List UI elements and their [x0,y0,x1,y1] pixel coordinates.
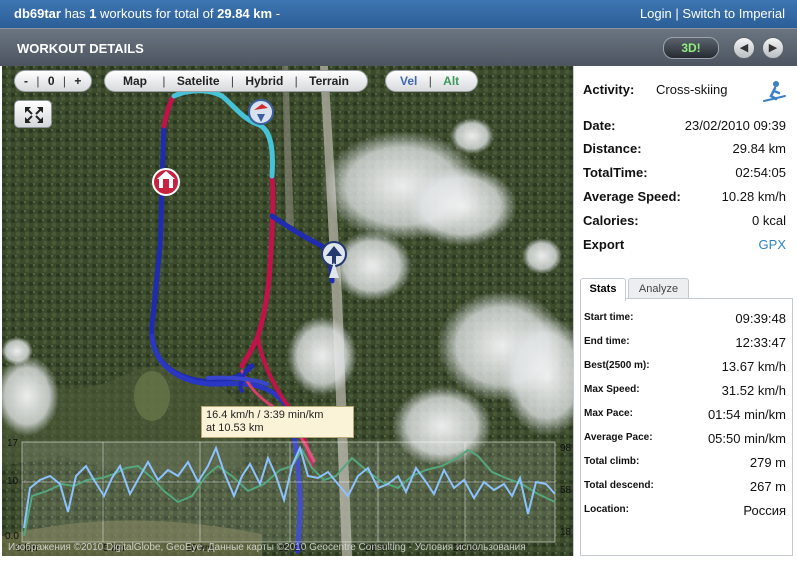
zoom-level: 0 [47,74,55,88]
zoom-out-button[interactable]: - [24,71,28,91]
distance-value: 29.84 km [732,141,786,156]
calories-value: 0 kcal [752,213,786,228]
tooltip-speed-pace: 16.4 km/h / 3:39 min/km [206,409,324,421]
best-value: 13.67 km/h [721,359,786,374]
map-attribution: Изображения ©2010 DigitalGlobe, GeoEye, … [8,542,526,553]
y-right-tick: 98 [560,443,572,454]
altitude-toggle[interactable]: Alt [443,71,459,91]
map-type-satelite[interactable]: Satelite [177,71,220,91]
average-pace-value: 05:50 min/km [707,431,786,446]
y-right-tick: 18 [560,527,572,538]
switch-imperial-link[interactable]: Switch to Imperial [682,6,785,21]
map-type-map[interactable]: Map [123,71,147,91]
summary-text-has: has [64,6,86,21]
y-left-tick: 0.0 [5,531,19,542]
toggle-separator: | [428,74,432,88]
summary-dash: - [275,6,281,21]
zoom-separator: | [62,74,66,88]
location-value: Россия [743,503,786,518]
y-left-tick: 10 [7,476,19,487]
login-link[interactable]: Login [640,6,672,21]
map-type-hybrid[interactable]: Hybrid [245,71,283,91]
zoom-in-button[interactable]: + [74,71,81,91]
best-label: Best(2500 m): [584,360,650,371]
graph-toggle-control: Vel | Alt [385,70,478,92]
velocity-toggle[interactable]: Vel [400,71,417,91]
average-speed-label: Average Speed: [583,189,681,204]
next-button[interactable]: ▶ [762,37,784,59]
graph-canvas [21,441,556,543]
arrow-left-icon: ◀ [739,42,749,54]
activity-label: Activity: [583,82,635,97]
link-separator: | [675,6,679,21]
start-marker-icon[interactable] [152,168,180,196]
summary-text-workouts: workouts for total of [100,6,214,21]
start-time-value: 09:39:48 [735,311,786,326]
activity-value: Cross-skiing [656,82,728,97]
velocity-altitude-graph[interactable]: 17 10 0.0 98 58 18 0 km 5 km 10 km 15 km… [2,436,573,556]
totaltime-label: TotalTime: [583,165,648,180]
start-time-label: Start time: [584,312,634,323]
average-pace-label: Average Pace: [584,432,653,443]
total-descend-label: Total descend: [584,480,654,491]
total-climb-value: 279 m [749,455,786,470]
map-type-separator: | [162,74,166,88]
workout-count: 1 [89,6,97,21]
cross-skiing-icon [763,81,786,102]
page-title: WORKOUT DETAILS [17,41,144,56]
map-type-terrain[interactable]: Terrain [309,71,349,91]
zoom-separator: | [36,74,40,88]
fullscreen-icon [25,107,43,123]
previous-button[interactable]: ◀ [733,37,755,59]
calories-label: Calories: [583,213,639,228]
location-label: Location: [584,504,629,515]
end-time-label: End time: [584,336,630,347]
tab-analyze[interactable]: Analyze [628,278,689,300]
average-speed-value: 10.28 km/h [721,189,786,204]
totaltime-value: 02:54:05 [735,165,786,180]
total-distance: 29.84 km [217,6,273,21]
date-value: 23/02/2010 09:39 [684,118,786,133]
total-climb-label: Total climb: [584,456,640,467]
fullscreen-button[interactable] [14,100,52,128]
date-label: Date: [583,118,616,133]
tooltip-distance: at 10.53 km [206,422,264,434]
finish-marker-icon[interactable] [248,99,274,125]
distance-label: Distance: [583,141,642,156]
max-pace-label: Max Pace: [584,408,633,419]
position-tooltip: 16.4 km/h / 3:39 min/km at 10.53 km [201,406,354,438]
y-right-tick: 58 [560,485,572,496]
user-summary: db69tar has 1 workouts for total of 29.8… [14,6,280,21]
username[interactable]: db69tar [14,6,61,21]
y-left-tick: 17 [7,438,19,449]
3d-view-button[interactable]: 3D! [663,37,719,59]
max-speed-value: 31.52 km/h [721,383,786,398]
end-time-value: 12:33:47 [735,335,786,350]
tab-stats[interactable]: Stats [580,278,626,301]
map-type-control: Map | Satelite | Hybrid | Terrain [104,70,368,92]
max-pace-value: 01:54 min/km [707,407,786,422]
account-links: Login | Switch to Imperial [640,6,785,21]
top-bar: db69tar has 1 workouts for total of 29.8… [0,0,797,28]
map-type-separator: | [294,74,298,88]
arrow-right-icon: ▶ [768,42,778,54]
workout-details-header: WORKOUT DETAILS 3D! ◀ ▶ [0,28,797,66]
zoom-control: - | 0 | + [14,70,92,92]
map-type-separator: | [230,74,234,88]
export-gpx-link[interactable]: GPX [759,237,786,252]
max-speed-label: Max Speed: [584,384,640,395]
export-label: Export [583,237,625,252]
workout-summary-panel: Activity: Cross-skiing Date: 23/02/2010 … [573,66,797,556]
total-descend-value: 267 m [749,479,786,494]
